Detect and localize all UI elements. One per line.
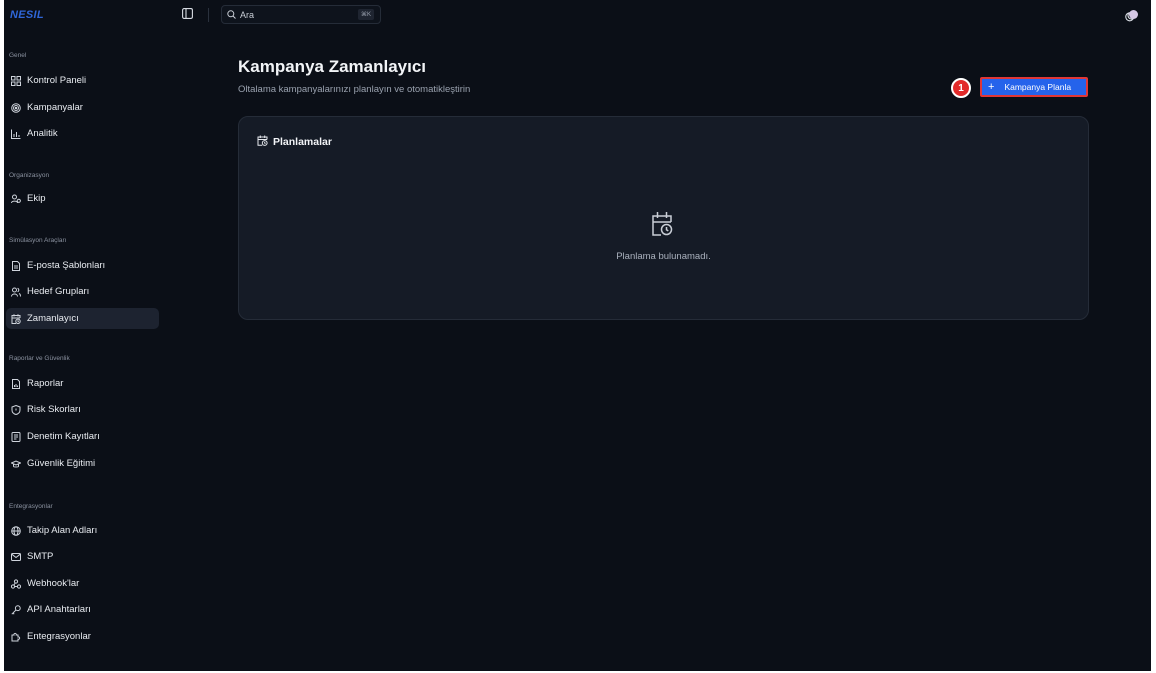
schedule-campaign-button[interactable]: + Kampanya Planla xyxy=(980,77,1088,97)
group-label-genel: Genel xyxy=(9,52,27,59)
sidebar-item-label: Risk Skorları xyxy=(27,404,81,415)
sidebar-item-label: E-posta Şablonları xyxy=(27,260,106,271)
users-icon xyxy=(11,287,21,297)
sidebar-item-label: Ekip xyxy=(27,193,46,204)
webhook-icon xyxy=(11,578,21,589)
page-title: Kampanya Zamanlayıcı xyxy=(238,57,427,76)
search-icon xyxy=(227,6,236,24)
sidebar-item-hedef-gruplari[interactable]: Hedef Grupları xyxy=(6,281,159,302)
group-label-organizasyon: Organizasyon xyxy=(9,172,50,179)
plus-icon: + xyxy=(988,80,995,93)
empty-state-text: Planlama bulunamadı. xyxy=(616,251,711,262)
sidebar-item-kontrol-paneli[interactable]: Kontrol Paneli xyxy=(6,70,159,91)
sidebar-item-label: Entegrasyonlar xyxy=(27,631,91,642)
sidebar-toggle-button[interactable] xyxy=(180,8,194,22)
sidebar-item-label: API Anahtarları xyxy=(27,604,91,615)
sidebar-item-label: Takip Alan Adları xyxy=(27,525,98,536)
sidebar: NESIL Genel Kontrol Paneli Kampanyalar A… xyxy=(4,0,165,671)
sidebar-item-entegrasyonlar[interactable]: Entegrasyonlar xyxy=(6,626,159,647)
calendar-clock-icon xyxy=(652,212,673,236)
calendar-clock-icon xyxy=(257,135,268,149)
sidebar-item-label: Kampanyalar xyxy=(27,102,83,113)
sidebar-item-label: Raporlar xyxy=(27,378,64,389)
puzzle-icon xyxy=(11,632,21,642)
app-frame: NESIL Genel Kontrol Paneli Kampanyalar A… xyxy=(0,0,1156,673)
topbar-divider xyxy=(208,8,209,22)
sidebar-item-label: Güvenlik Eğitimi xyxy=(27,458,96,469)
sidebar-item-label: Analitik xyxy=(27,128,58,139)
calendar-clock-icon xyxy=(11,313,21,324)
brand-logo[interactable]: NESIL xyxy=(10,9,44,21)
sidebar-item-ekip[interactable]: Ekip xyxy=(6,188,159,209)
group-label-raporlar: Raporlar ve Güvenlik xyxy=(9,355,70,362)
avatar[interactable] xyxy=(1129,10,1138,19)
sidebar-item-denetim-kayitlari[interactable]: Denetim Kayıtları xyxy=(6,426,159,447)
search-shortcut-badge: ⌘K xyxy=(357,9,374,20)
mail-icon xyxy=(11,552,21,562)
sidebar-item-raporlar[interactable]: Raporlar xyxy=(6,373,159,394)
team-icon xyxy=(11,194,21,204)
globe-icon xyxy=(11,525,21,536)
card-header: Planlamalar xyxy=(257,135,332,149)
sidebar-item-label: Webhook'lar xyxy=(27,578,80,589)
schedule-campaign-label: Kampanya Planla xyxy=(1004,82,1072,92)
dashboard-icon xyxy=(11,75,21,86)
sidebar-item-zamanlayici[interactable]: Zamanlayıcı xyxy=(6,308,159,329)
file-text-icon xyxy=(11,260,21,271)
sidebar-item-guvenlik-egitimi[interactable]: Güvenlik Eğitimi xyxy=(6,453,159,474)
audit-log-icon xyxy=(11,431,21,442)
sidebar-item-e-posta-sablonlari[interactable]: E-posta Şablonları xyxy=(6,255,159,276)
bar-chart-icon xyxy=(11,129,21,139)
group-label-entegrasyonlar: Entegrasyonlar xyxy=(9,503,53,510)
search-input[interactable] xyxy=(240,9,350,20)
report-icon xyxy=(11,378,21,389)
sidebar-item-takip-alan-adlari[interactable]: Takip Alan Adları xyxy=(6,520,159,541)
sidebar-item-analitik[interactable]: Analitik xyxy=(6,123,159,144)
search-box[interactable]: ⌘K xyxy=(221,5,381,24)
sidebar-item-label: Denetim Kayıtları xyxy=(27,431,100,442)
sidebar-item-api-anahtarlari[interactable]: API Anahtarları xyxy=(6,599,159,620)
sidebar-item-label: SMTP xyxy=(27,551,54,562)
step-marker-badge: 1 xyxy=(951,78,971,98)
sidebar-item-label: Hedef Grupları xyxy=(27,286,90,297)
sidebar-item-risk-skorlari[interactable]: Risk Skorları xyxy=(6,399,159,420)
page-subtitle: Oltalama kampanyalarınızı planlayın ve o… xyxy=(238,84,471,95)
key-icon xyxy=(11,604,21,615)
sidebar-toggle-icon xyxy=(181,6,193,24)
schedules-card: Planlamalar Planlama bulunamadı. xyxy=(238,116,1089,320)
shield-icon xyxy=(11,404,21,415)
sidebar-item-label: Kontrol Paneli xyxy=(27,75,87,86)
sidebar-item-label: Zamanlayıcı xyxy=(27,313,79,324)
sidebar-item-smtp[interactable]: SMTP xyxy=(6,546,159,567)
graduation-cap-icon xyxy=(11,459,21,469)
group-label-simulasyon: Simülasyon Araçları xyxy=(9,237,67,244)
card-title: Planlamalar xyxy=(273,136,332,148)
sidebar-item-webhooklar[interactable]: Webhook'lar xyxy=(6,573,159,594)
sidebar-item-kampanyalar[interactable]: Kampanyalar xyxy=(6,97,159,118)
target-icon xyxy=(11,102,21,113)
